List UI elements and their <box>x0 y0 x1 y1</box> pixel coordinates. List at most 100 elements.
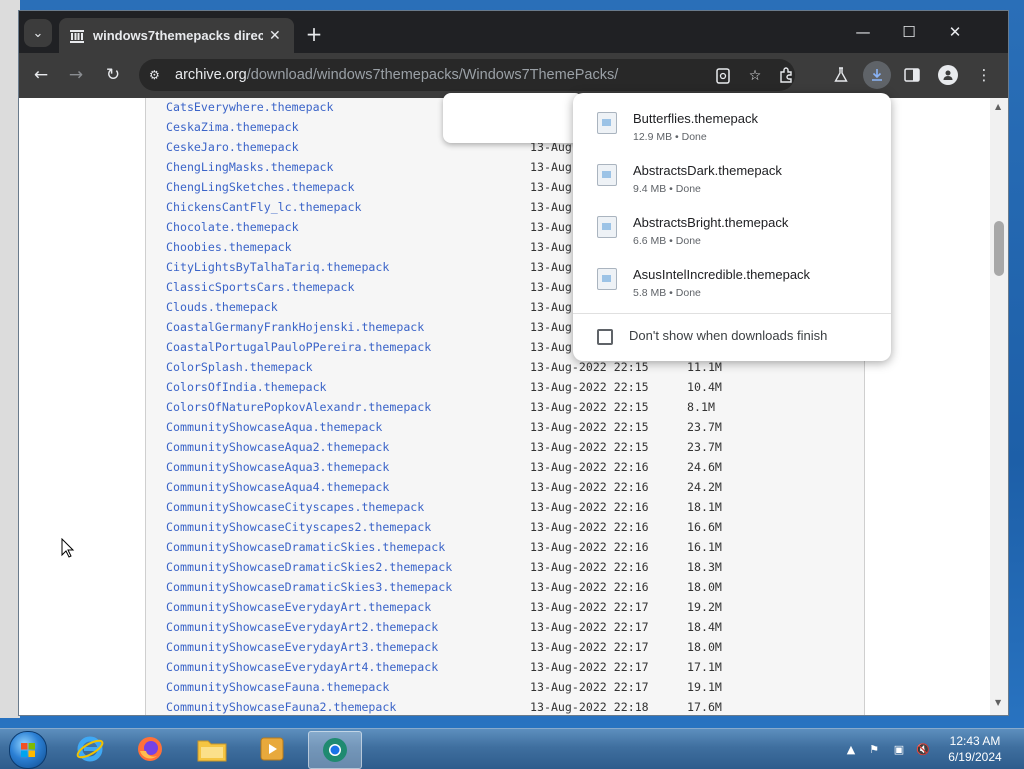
action-center-flag-icon[interactable]: ⚑ <box>866 741 882 757</box>
file-date: 13-Aug-2022 22:16 <box>530 540 649 554</box>
file-link[interactable]: CommunityShowcaseAqua3.themepack <box>166 460 389 474</box>
file-date: 13-Aug-2022 22:17 <box>530 620 649 634</box>
file-link[interactable]: ChickensCantFly_lc.themepack <box>166 200 361 214</box>
file-link[interactable]: CeskeJaro.themepack <box>166 140 299 154</box>
file-date: 13-Aug-2022 22:16 <box>530 580 649 594</box>
labs-flask-icon[interactable] <box>827 61 855 89</box>
profile-icon[interactable] <box>934 61 962 89</box>
file-link[interactable]: CoastalGermanyFrankHojenski.themepack <box>166 320 424 334</box>
taskbar-chrome[interactable] <box>308 731 362 769</box>
side-panel-icon[interactable] <box>898 61 926 89</box>
tab-close-icon[interactable]: ✕ <box>269 28 281 44</box>
file-size: 24.2M <box>687 480 722 494</box>
file-link[interactable]: CommunityShowcaseAqua2.themepack <box>166 440 389 454</box>
bookmark-star-icon[interactable]: ☆ <box>744 65 766 87</box>
file-link[interactable]: ChengLingMasks.themepack <box>166 160 334 174</box>
tab-search-button[interactable]: ⌄ <box>24 19 52 47</box>
scroll-thumb[interactable] <box>994 221 1004 276</box>
download-status: 5.8 MB • Done <box>633 287 701 299</box>
file-link[interactable]: CityLightsByTalhaTariq.themepack <box>166 260 389 274</box>
file-link[interactable]: CommunityShowcaseCityscapes2.themepack <box>166 520 431 534</box>
file-size: 23.7M <box>687 420 722 434</box>
downloads-icon[interactable] <box>863 61 891 89</box>
file-link[interactable]: CommunityShowcaseDramaticSkies2.themepac… <box>166 560 452 574</box>
extensions-icon[interactable] <box>773 61 801 89</box>
download-item[interactable]: AsusIntelIncredible.themepack 5.8 MB • D… <box>573 257 891 309</box>
taskbar-media-player[interactable] <box>246 731 298 767</box>
file-link[interactable]: CommunityShowcaseAqua.themepack <box>166 420 382 434</box>
active-tab[interactable]: windows7themepacks director ✕ <box>59 18 294 53</box>
file-link[interactable]: Clouds.themepack <box>166 300 278 314</box>
file-link[interactable]: ChengLingSketches.themepack <box>166 180 354 194</box>
vertical-scrollbar[interactable]: ▲ ▼ <box>990 98 1008 715</box>
google-lens-icon[interactable] <box>712 65 734 87</box>
browser-window: ⌄ windows7themepacks director ✕ + — ☐ ✕ … <box>18 10 1009 716</box>
system-clock[interactable]: 12:43 AM 6/19/2024 <box>932 733 1018 765</box>
file-link[interactable]: CommunityShowcaseEverydayArt4.themepack <box>166 660 438 674</box>
start-button[interactable] <box>9 731 47 769</box>
file-date: 13-Aug <box>530 160 572 174</box>
close-window-button[interactable]: ✕ <box>932 17 978 47</box>
url-text: archive.org/download/windows7themepacks/… <box>175 67 618 83</box>
file-icon <box>597 268 617 290</box>
file-link[interactable]: CommunityShowcaseFauna2.themepack <box>166 700 396 714</box>
dont-show-checkbox[interactable] <box>597 329 613 345</box>
file-link[interactable]: CoastalPortugalPauloPPereira.themepack <box>166 340 431 354</box>
taskbar-internet-explorer[interactable] <box>64 731 116 767</box>
taskbar-file-explorer[interactable] <box>186 731 238 767</box>
file-link[interactable]: CommunityShowcaseEverydayArt3.themepack <box>166 640 438 654</box>
new-tab-button[interactable]: + <box>301 21 327 47</box>
file-link[interactable]: CommunityShowcaseCityscapes.themepack <box>166 500 424 514</box>
download-item[interactable]: AbstractsDark.themepack 9.4 MB • Done <box>573 153 891 205</box>
file-size: 18.1M <box>687 500 722 514</box>
file-size: 17.1M <box>687 660 722 674</box>
file-link[interactable]: CommunityShowcaseEverydayArt2.themepack <box>166 620 438 634</box>
network-icon[interactable]: ▣ <box>891 741 907 757</box>
file-link[interactable]: ColorsOfIndia.themepack <box>166 380 327 394</box>
chevron-down-icon: ⌄ <box>32 25 44 41</box>
download-filename: Butterflies.themepack <box>633 111 759 126</box>
file-link[interactable]: Choobies.themepack <box>166 240 292 254</box>
url-host: archive.org <box>175 67 247 83</box>
url-path: /download/windows7themepacks/Windows7The… <box>246 67 619 83</box>
download-item[interactable]: AbstractsBright.themepack 6.6 MB • Done <box>573 205 891 257</box>
scroll-down-arrow-icon[interactable]: ▼ <box>995 698 1001 707</box>
file-link[interactable]: CommunityShowcaseFauna.themepack <box>166 680 389 694</box>
file-link[interactable]: Chocolate.themepack <box>166 220 299 234</box>
volume-muted-icon[interactable]: 🔇 <box>915 741 931 757</box>
file-link[interactable]: CeskaZima.themepack <box>166 120 299 134</box>
file-date: 13-Aug-2022 22:17 <box>530 680 649 694</box>
site-info-icon[interactable]: ⚙ <box>149 68 169 82</box>
maximize-button[interactable]: ☐ <box>886 17 932 47</box>
file-link[interactable]: CommunityShowcaseDramaticSkies.themepack <box>166 540 445 554</box>
forward-button[interactable]: → <box>62 61 90 89</box>
download-filename: AsusIntelIncredible.themepack <box>633 267 811 282</box>
scroll-up-arrow-icon[interactable]: ▲ <box>995 102 1001 111</box>
file-size: 10.4M <box>687 380 722 394</box>
media-player-icon <box>260 737 284 761</box>
reload-button[interactable]: ↻ <box>99 61 127 89</box>
address-bar[interactable]: ⚙ archive.org/download/windows7themepack… <box>139 59 795 91</box>
dont-show-label[interactable]: Don't show when downloads finish <box>629 328 827 343</box>
back-button[interactable]: ← <box>27 61 55 89</box>
clock-date: 6/19/2024 <box>948 750 1002 764</box>
minimize-button[interactable]: — <box>840 17 886 47</box>
file-date: 13-Aug-2022 22:16 <box>530 520 649 534</box>
file-link[interactable]: CommunityShowcaseAqua4.themepack <box>166 480 389 494</box>
avatar <box>938 65 958 85</box>
file-link[interactable]: ColorsOfNaturePopkovAlexandr.themepack <box>166 400 431 414</box>
firefox-icon <box>138 737 162 761</box>
file-link[interactable]: ColorSplash.themepack <box>166 360 313 374</box>
file-size: 8.1M <box>687 400 715 414</box>
file-link[interactable]: CommunityShowcaseDramaticSkies3.themepac… <box>166 580 452 594</box>
file-date: 13-Aug-2022 22:15 <box>530 380 649 394</box>
file-link[interactable]: CommunityShowcaseEverydayArt.themepack <box>166 600 431 614</box>
menu-icon[interactable]: ⋮ <box>970 61 998 89</box>
download-item[interactable]: Butterflies.themepack 12.9 MB • Done <box>573 101 891 153</box>
file-link[interactable]: CatsEverywhere.themepack <box>166 100 334 114</box>
tab-strip: ⌄ windows7themepacks director ✕ + — ☐ ✕ <box>19 11 1008 53</box>
file-link[interactable]: ClassicSportsCars.themepack <box>166 280 354 294</box>
show-hidden-icons-icon[interactable]: ▲ <box>843 741 859 757</box>
taskbar-firefox[interactable] <box>124 731 176 767</box>
file-date: 13-Aug-2022 22:17 <box>530 640 649 654</box>
